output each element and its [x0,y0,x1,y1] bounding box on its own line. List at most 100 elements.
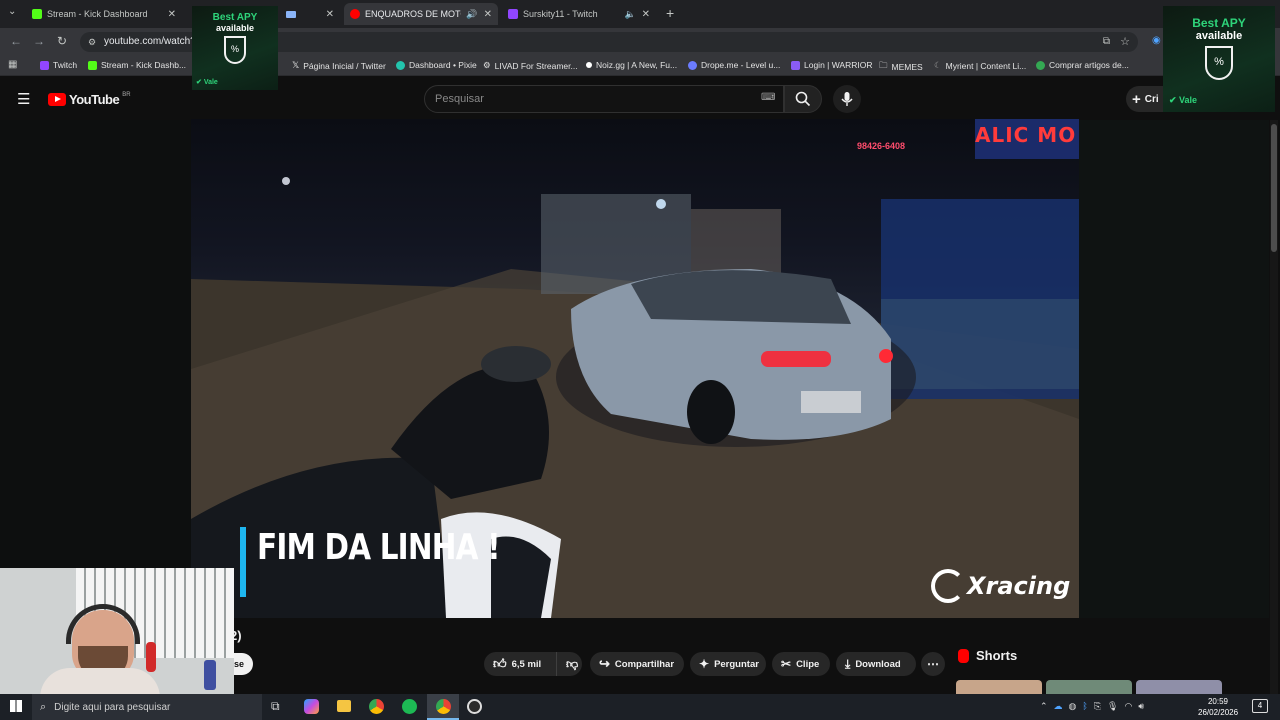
site-info-icon[interactable]: ⚙ [88,32,96,52]
video-player[interactable]: 98426-6408 ALIC MO FIM DA LINHA ! Xracin… [191,119,1079,618]
streamer-shirt [40,668,160,694]
volume-icon[interactable]: 🔊︎ [1138,701,1144,712]
muted-audio-icon[interactable]: 🔈 [625,9,636,20]
scrollbar-thumb[interactable] [1271,124,1277,252]
youtube-logo[interactable]: YouTube BR [48,92,131,107]
ask-label: Perguntar [714,658,759,670]
download-label: Download [855,658,901,670]
ask-button[interactable]: ✦ Perguntar [690,652,766,676]
windows-taskbar: ⌕ Digite aqui para pesquisar ⧉ ⌃ ☁ ◍ ᛒ ⎘… [0,694,1280,720]
scissors-icon: ✂ [781,657,792,671]
bookmark-myrient[interactable]: ☾ Myrient | Content Li... [934,60,1026,71]
bookmark-twitter[interactable]: 𝕏 Página Inicial / Twitter [292,60,386,71]
apps-grid-icon[interactable]: ▦ [8,59,17,70]
bookmark-warrior[interactable]: Login | WARRIOR [791,60,873,70]
copilot-icon[interactable] [304,699,319,714]
close-tab-icon[interactable]: ✕ [326,9,334,20]
bookmark-label: Comprar artigos de... [1049,60,1129,70]
bookmark-folder-memes[interactable]: 🗀 MEMES [879,60,923,74]
bookmark-label: MEMES [891,62,923,72]
logo-text: YouTube [69,92,120,107]
bluetooth-icon[interactable]: ᛒ [1082,701,1087,712]
bookmark-label: Dashboard • Pixie [409,60,477,70]
more-actions-button[interactable]: ⋯ [921,652,945,676]
wifi-icon[interactable]: ◠ [1124,701,1132,712]
clip-button[interactable]: ✂ Clipe [772,652,830,676]
bookmark-star-icon[interactable]: ☆ [1120,32,1130,52]
short-thumbnail[interactable] [1046,680,1132,694]
like-button[interactable]: 👍︎ 6,5 mil [484,652,556,676]
bookmark-pixie[interactable]: Dashboard • Pixie [396,60,477,70]
notification-count: 4 [1257,701,1263,710]
apy-ad-banner[interactable]: Best APY available % ✔ Vale [192,6,278,90]
tab-kick-dashboard[interactable]: Stream - Kick Dashboard ✕ [26,3,182,25]
shorts-label: Shorts [976,648,1018,663]
keyboard-icon[interactable]: ⌨ [761,92,775,103]
new-tab-button[interactable]: + [666,5,674,21]
tab-search-chevron-icon[interactable]: ⌄ [8,6,16,17]
extension-icon[interactable]: ◉ [1152,35,1161,46]
tab-twitch-surskity[interactable]: Surskity11 - Twitch 🔈 ✕ [502,3,656,25]
watermark-text: Xracing [967,572,1071,600]
plus-icon: + [1132,90,1141,108]
search-input[interactable]: Pesquisar [424,85,784,113]
notification-center-button[interactable]: 4 [1252,699,1268,713]
bookmark-google-shopping[interactable]: Comprar artigos de... [1036,60,1129,70]
network-icon[interactable]: ⎘ [1094,701,1101,712]
tab-label: ENQUADROS DE MOTO (E [365,9,461,19]
task-view-icon[interactable]: ⧉ [271,699,280,714]
ad-brand: ✔ Vale [196,79,218,86]
cloud-icon[interactable]: ☁ [1054,701,1063,712]
chrome-icon[interactable] [369,699,384,714]
reload-icon[interactable]: ↻ [57,34,67,48]
steam-icon[interactable]: ◍ [1069,701,1077,712]
chrome-icon [436,699,451,714]
microphone-icon[interactable]: 🎙︎ [1107,701,1118,712]
taskbar-active-app[interactable] [427,694,459,720]
short-thumbnail[interactable] [1136,680,1222,694]
tab-unnamed-cast[interactable]: ✕ [280,3,340,25]
bookmark-drope[interactable]: Drope.me - Level u... [688,60,780,70]
spotify-icon[interactable] [402,699,417,714]
back-arrow-icon[interactable]: ← [10,34,22,48]
subscribe-label: se [233,659,244,669]
taskbar-search-input[interactable]: ⌕ Digite aqui para pesquisar [32,694,262,720]
bookmark-noiz[interactable]: Noiz.gg | A New, Fu... [586,60,677,70]
voice-search-button[interactable] [833,85,861,113]
bookmark-twitch[interactable]: Twitch [40,60,77,70]
bookmark-kick[interactable]: Stream - Kick Dashb... [88,60,186,70]
gear-icon: ⚙ [483,60,491,70]
file-explorer-icon[interactable] [337,700,351,712]
share-button[interactable]: ↪ Compartilhar [590,652,684,676]
download-icon: ⤓ [845,656,851,671]
audio-playing-icon[interactable]: 🔊 [466,9,477,20]
clock-time: 20:59 [1207,697,1229,706]
close-tab-icon[interactable]: ✕ [168,9,176,20]
install-app-icon[interactable]: ⧉ [1103,32,1110,52]
search-button[interactable] [784,85,822,113]
short-thumbnail[interactable] [956,680,1042,694]
page-scrollbar[interactable] [1270,120,1278,694]
close-tab-icon[interactable]: ✕ [484,9,492,20]
dislike-button[interactable]: 👎︎ [556,652,582,676]
clip-label: Clipe [796,658,820,670]
taskbar-clock[interactable]: 20:59 26/02/2026 [1198,696,1238,718]
chevron-up-icon[interactable]: ⌃ [1040,701,1048,712]
hamburger-menu-icon[interactable]: ☰ [17,90,30,108]
phone-number-sign: 98426-6408 [857,141,906,151]
shorts-icon [958,648,969,663]
forward-arrow-icon[interactable]: → [33,34,45,48]
windows-start-icon[interactable] [10,700,22,712]
close-tab-icon[interactable]: ✕ [642,9,650,20]
obs-icon[interactable] [467,699,482,714]
microphone-icon [841,92,853,106]
bookmark-label: Noiz.gg | A New, Fu... [596,60,678,70]
bookmark-livad[interactable]: ⚙ LIVAD For Streamer... [483,60,578,71]
bookmark-label: Twitch [53,60,78,70]
download-button[interactable]: ⤓ Download [836,652,916,676]
apy-ad-banner[interactable]: Best APY available % ✔ Vale [1163,6,1275,112]
tab-youtube-video[interactable]: ENQUADROS DE MOTO (E 🔊 ✕ [344,3,498,25]
share-icon: ↪ [599,656,610,671]
bookmark-label: Drope.me - Level u... [701,60,781,70]
sparkle-icon: ✦ [699,657,710,671]
